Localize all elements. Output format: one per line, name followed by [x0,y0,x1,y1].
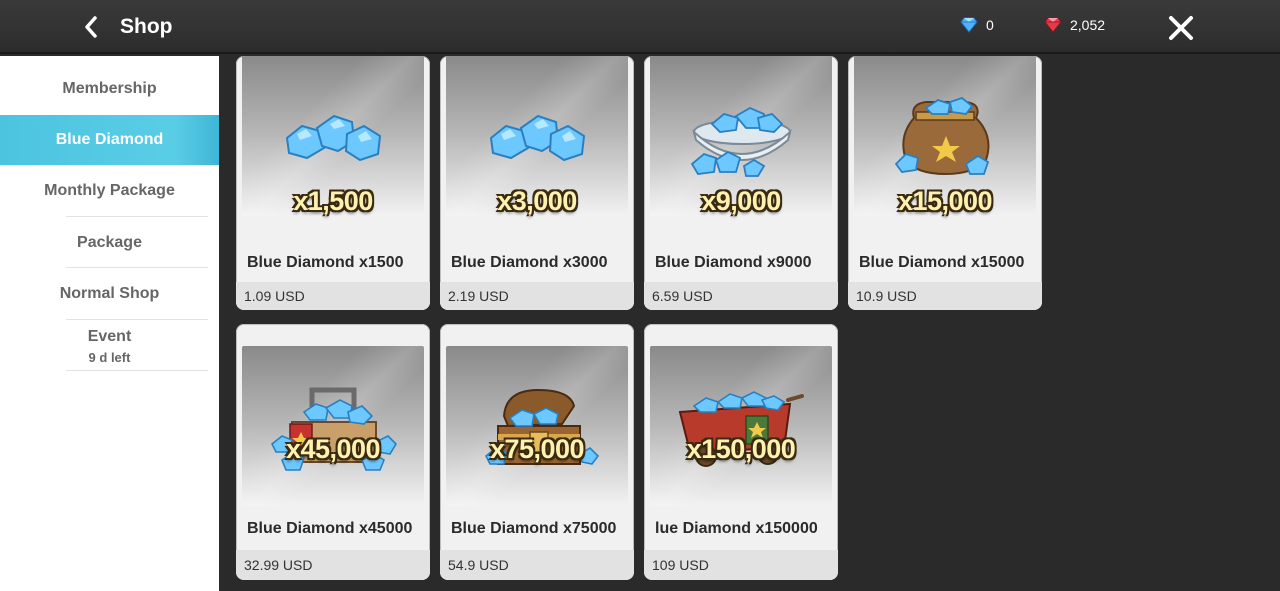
product-name: Blue Diamond x3000 [451,254,608,271]
product-card[interactable]: x75,000 Blue Diamond x75000 54.9 USD [440,324,634,580]
product-quantity: x150,000 [686,434,796,464]
product-name: Blue Diamond x15000 [859,254,1025,271]
sidebar-item-monthly-package[interactable]: Monthly Package [0,166,219,216]
blue-diamond-balance: 0 [960,17,994,33]
product-quantity: x9,000 [701,186,781,216]
event-time-left: 9 d left [88,349,131,365]
product-image [446,346,628,506]
sidebar-item-label: Blue Diamond [55,131,164,148]
product-name: Blue Diamond x45000 [247,520,413,537]
product-price[interactable]: 1.09 USD [236,282,430,310]
blue-diamond-icon [960,17,978,33]
product-price[interactable]: 2.19 USD [440,282,634,310]
price-label: 32.99 USD [244,557,313,573]
product-price[interactable]: 109 USD [644,550,838,580]
product-grid: x1,500 Blue Diamond x1500 1.09 USD x3,00… [219,56,1280,591]
product-name: Blue Diamond x75000 [451,520,617,537]
price-label: 2.19 USD [448,288,509,304]
sidebar-item-normal-shop[interactable]: Normal Shop [0,269,219,319]
divider [66,267,208,268]
sidebar-item-label: Monthly Package [44,182,175,199]
product-quantity: x45,000 [285,434,381,464]
product-image [650,346,832,506]
red-diamond-balance: 2,052 [1044,17,1105,33]
product-card[interactable]: x1,500 Blue Diamond x1500 1.09 USD [236,56,430,310]
divider [66,216,208,217]
close-button[interactable] [1164,11,1198,45]
sidebar-item-membership[interactable]: Membership [0,64,219,114]
sidebar-item-package[interactable]: Package [0,218,219,268]
divider [66,370,208,371]
diamond-cart-icon [678,391,804,467]
product-card[interactable]: x3,000 Blue Diamond x3000 2.19 USD [440,56,634,310]
product-name: lue Diamond x150000 [655,520,818,537]
top-bar: Shop 0 2,052 [0,0,1280,54]
product-quantity: x3,000 [497,186,577,216]
sidebar-item-blue-diamond[interactable]: Blue Diamond [0,115,219,165]
treasure-chest-icon [484,388,600,465]
page-title: Shop [120,15,173,38]
diamond-basket-icon [270,387,398,471]
product-card[interactable]: x150,000 lue Diamond x150000 109 USD [644,324,838,580]
sidebar-item-label: Membership [62,80,157,97]
product-name: Blue Diamond x1500 [247,254,404,271]
product-quantity: x75,000 [489,434,585,464]
price-label: 54.9 USD [448,557,509,573]
back-button[interactable] [76,12,106,42]
sidebar-item-label: Package [77,234,142,251]
product-card[interactable]: x9,000 Blue Diamond x9000 6.59 USD [644,56,838,310]
price-label: 10.9 USD [856,288,917,304]
price-label: 1.09 USD [244,288,305,304]
product-card[interactable]: x15,000 Blue Diamond x15000 10.9 USD [848,56,1042,310]
blue-diamond-count: 0 [986,17,994,33]
product-price[interactable]: 54.9 USD [440,550,634,580]
product-price[interactable]: 32.99 USD [236,550,430,580]
divider [66,319,208,320]
chevron-left-icon [85,16,97,38]
product-quantity: x1,500 [293,186,373,216]
product-price[interactable]: 6.59 USD [644,282,838,310]
product-name: Blue Diamond x9000 [655,254,812,271]
product-price[interactable]: 10.9 USD [848,282,1042,310]
sidebar: Membership Blue Diamond Monthly Package … [0,56,219,591]
price-label: 6.59 USD [652,288,713,304]
product-image [242,346,424,506]
product-quantity: x15,000 [897,186,993,216]
price-label: 109 USD [652,557,709,573]
product-card[interactable]: x45,000 Blue Diamond x45000 32.99 USD [236,324,430,580]
sidebar-item-label: Normal Shop [59,285,160,302]
red-diamond-count: 2,052 [1070,17,1106,33]
sidebar-item-label: Event [87,327,132,345]
red-diamond-icon [1044,17,1062,33]
sidebar-item-event[interactable]: Event 9 d left [0,321,219,371]
close-icon [1169,16,1193,40]
